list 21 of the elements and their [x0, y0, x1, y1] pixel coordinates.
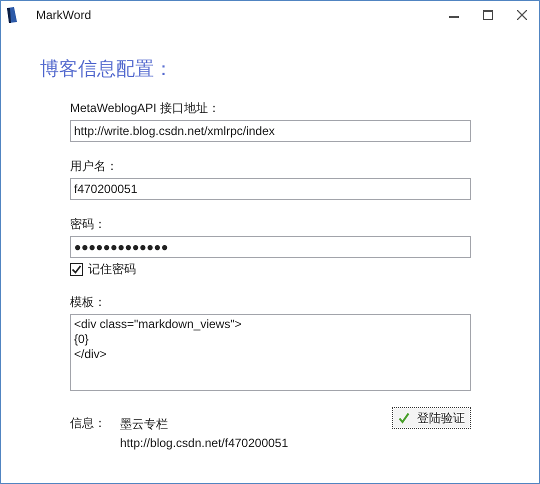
- input-field[interactable]: ●●●●●●●●●●●●●: [70, 236, 471, 258]
- window-title: MarkWord: [36, 8, 92, 22]
- close-icon: [517, 10, 527, 20]
- field-label: 模板：: [70, 294, 107, 311]
- maximize-icon: [483, 10, 493, 20]
- info-text: 墨云专栏: [120, 416, 169, 433]
- text-area[interactable]: <div class="markdown_views"> {0} </div>: [70, 314, 471, 391]
- info-text: http://blog.csdn.net/f470200051: [120, 435, 288, 452]
- input-field[interactable]: http://write.blog.csdn.net/xmlrpc/index: [70, 120, 471, 142]
- info-label: 信息：: [70, 415, 107, 432]
- field-label: 密码：: [70, 216, 107, 233]
- check-icon: [398, 412, 410, 424]
- field-label: 用户名：: [70, 158, 119, 175]
- verify-button[interactable]: 登陆验证: [392, 407, 471, 429]
- field-label: MetaWeblogAPI 接口地址：: [70, 100, 221, 117]
- checkbox-label: 记住密码: [88, 261, 136, 278]
- check-icon: [71, 264, 82, 275]
- app-icon: [6, 7, 18, 23]
- checkbox[interactable]: [70, 263, 83, 276]
- section-heading: 博客信息配置：: [40, 58, 174, 82]
- input-field[interactable]: f470200051: [70, 178, 471, 200]
